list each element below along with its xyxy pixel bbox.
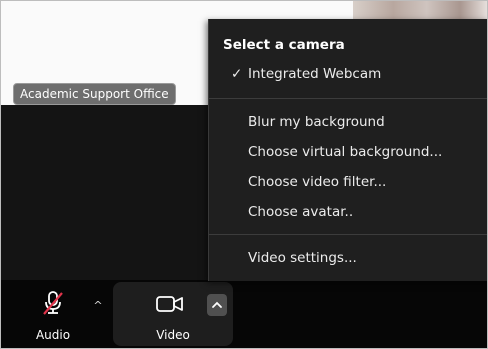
- menu-header-select-camera: Select a camera: [223, 37, 345, 53]
- menu-item-avatar[interactable]: Choose avatar..: [209, 200, 487, 224]
- chevron-up-icon: [212, 301, 222, 308]
- participant-name-tag: Academic Support Office: [13, 83, 176, 105]
- meeting-window: Academic Support Office Audio ^ Video Se…: [0, 0, 488, 349]
- menu-item-video-filter[interactable]: Choose video filter...: [209, 170, 487, 194]
- audio-options-chevron-up-icon[interactable]: ^: [92, 300, 104, 312]
- video-button[interactable]: Video: [113, 282, 233, 346]
- microphone-muted-icon: [43, 291, 63, 315]
- menu-item-video-settings[interactable]: Video settings...: [209, 246, 487, 270]
- camera-options-menu: Select a camera ✓ Integrated Webcam Blur…: [208, 19, 487, 281]
- video-camera-icon: [156, 296, 183, 312]
- menu-item-virtual-background[interactable]: Choose virtual background...: [209, 140, 487, 164]
- video-options-chevron-up-icon[interactable]: [207, 294, 227, 316]
- menu-separator: [209, 98, 487, 99]
- audio-button[interactable]: Audio: [25, 280, 81, 348]
- menu-item-blur-background[interactable]: Blur my background: [209, 110, 487, 134]
- checkmark-icon: ✓: [231, 66, 243, 82]
- menu-item-integrated-webcam[interactable]: ✓ Integrated Webcam: [209, 62, 487, 86]
- menu-item-label: Integrated Webcam: [248, 66, 382, 82]
- audio-label: Audio: [35, 328, 71, 342]
- meeting-toolbar: Audio ^ Video: [1, 280, 487, 348]
- video-label: Video: [156, 328, 190, 342]
- menu-separator: [209, 234, 487, 235]
